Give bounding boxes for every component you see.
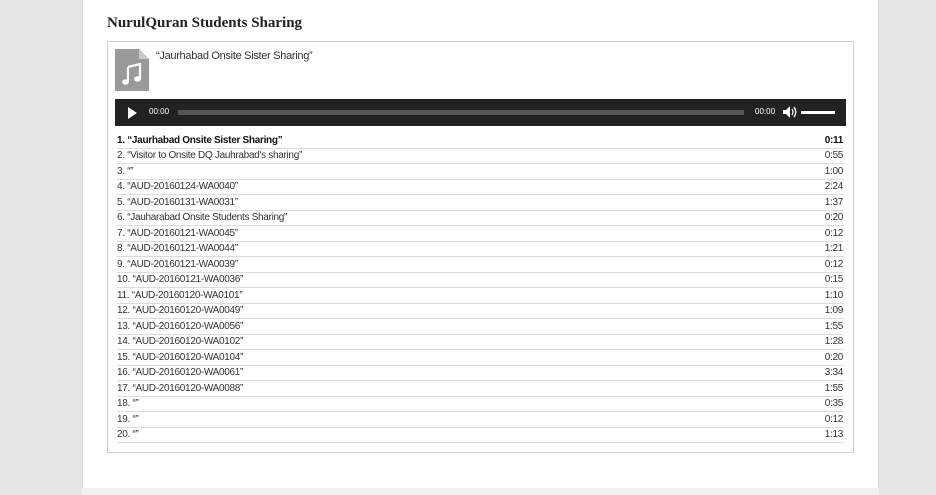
track-item[interactable]: 17. “AUD-20160120-WA0088” 1:55 <box>117 381 844 397</box>
audio-playlist: “Jaurhabad Onsite Sister Sharing” 00:00 … <box>107 41 854 453</box>
play-icon[interactable] <box>128 107 137 119</box>
track-title: 2. “Visitor to Onsite DQ Jauhrabad's sha… <box>117 150 302 162</box>
track-duration: 0:35 <box>824 398 844 410</box>
track-duration: 1:55 <box>824 382 844 394</box>
track-item[interactable]: 15. “AUD-20160120-WA0104” 0:20 <box>117 350 844 366</box>
track-title: 9. “AUD-20160121-WA0039” <box>117 258 238 270</box>
track-duration: 0:11 <box>824 134 844 146</box>
track-duration: 3:34 <box>824 367 844 379</box>
track-duration: 1:21 <box>824 243 844 255</box>
track-item[interactable]: 14. “AUD-20160120-WA0102” 1:28 <box>117 335 844 350</box>
audio-player: 00:00 00:00 <box>115 99 846 126</box>
track-title: 16. “AUD-20160120-WA0061” <box>117 367 244 379</box>
track-duration: 0:15 <box>824 274 844 286</box>
volume-slider[interactable] <box>801 111 835 114</box>
track-item[interactable]: 6. “Jauharabad Onsite Students Sharing” 0… <box>117 211 844 226</box>
track-duration: 1:13 <box>824 429 844 441</box>
track-duration: 1:55 <box>824 320 844 332</box>
track-title: 3. “” <box>117 165 134 177</box>
track-title: 1. “Jaurhabad Onsite Sister Sharing” <box>117 134 283 146</box>
track-item[interactable]: 4. “AUD-20160124-WA0040” 2:24 <box>117 180 844 195</box>
track-title: 18. “” <box>117 398 139 410</box>
track-title: 7. “AUD-20160121-WA0045” <box>117 227 238 239</box>
track-title: 6. “Jauharabad Onsite Students Sharing” <box>117 212 288 224</box>
track-duration: 0:55 <box>824 150 844 162</box>
track-duration: 0:12 <box>824 413 844 425</box>
page-footer-band <box>82 488 879 495</box>
track-title: 15. “AUD-20160120-WA0104” <box>117 351 244 363</box>
track-item[interactable]: 13. “AUD-20160120-WA0056” 1:55 <box>117 319 844 335</box>
track-title: 14. “AUD-20160120-WA0102” <box>117 336 244 348</box>
track-duration: 1:37 <box>824 196 844 208</box>
track-list: 1. “Jaurhabad Onsite Sister Sharing” 0:11… <box>117 133 844 443</box>
track-title: 10. “AUD-20160121-WA0036” <box>117 274 244 286</box>
track-duration: 0:12 <box>824 258 844 270</box>
track-duration: 0:20 <box>824 351 844 363</box>
track-duration: 1:09 <box>824 305 844 317</box>
track-title: 4. “AUD-20160124-WA0040” <box>117 181 238 193</box>
track-item[interactable]: 5. “AUD-20160131-WA0031” 1:37 <box>117 195 844 211</box>
track-item[interactable]: 9. “AUD-20160121-WA0039” 0:12 <box>117 257 844 273</box>
track-title: 19. “” <box>117 413 139 425</box>
volume-icon[interactable] <box>782 105 798 119</box>
track-item[interactable]: 7. “AUD-20160121-WA0045” 0:12 <box>117 226 844 242</box>
progress-bar[interactable] <box>178 110 744 115</box>
current-track-title: “Jaurhabad Onsite Sister Sharing” <box>156 50 313 62</box>
track-item[interactable]: 12. “AUD-20160120-WA0049” 1:09 <box>117 304 844 319</box>
track-item[interactable]: 11. “AUD-20160120-WA0101” 1:10 <box>117 288 844 304</box>
page-content: NurulQuran Students Sharing “Jaurhabad O… <box>82 0 879 488</box>
track-title: 20. “” <box>117 429 139 441</box>
current-time: 00:00 <box>149 107 170 116</box>
track-item[interactable]: 1. “Jaurhabad Onsite Sister Sharing” 0:11 <box>117 133 844 149</box>
track-duration: 1:10 <box>824 289 844 301</box>
track-item[interactable]: 8. “AUD-20160121-WA0044” 1:21 <box>117 242 844 257</box>
audio-file-icon <box>115 49 149 91</box>
track-title: 17. “AUD-20160120-WA0088” <box>117 382 244 394</box>
track-duration: 1:00 <box>824 165 844 177</box>
track-item[interactable]: 19. “” 0:12 <box>117 412 844 428</box>
track-item[interactable]: 10. “AUD-20160121-WA0036” 0:15 <box>117 273 844 288</box>
track-duration: 0:20 <box>824 212 844 224</box>
page-title: NurulQuran Students Sharing <box>107 15 303 31</box>
track-title: 8. “AUD-20160121-WA0044” <box>117 243 238 255</box>
track-duration: 1:28 <box>824 336 844 348</box>
track-title: 12. “AUD-20160120-WA0049” <box>117 305 244 317</box>
track-item[interactable]: 20. “” 1:13 <box>117 428 844 443</box>
track-item[interactable]: 3. “” 1:00 <box>117 164 844 180</box>
track-duration: 0:12 <box>824 227 844 239</box>
track-item[interactable]: 18. “” 0:35 <box>117 397 844 412</box>
track-title: 5. “AUD-20160131-WA0031” <box>117 196 238 208</box>
track-item[interactable]: 16. “AUD-20160120-WA0061” 3:34 <box>117 366 844 381</box>
track-item[interactable]: 2. “Visitor to Onsite DQ Jauhrabad's sha… <box>117 149 844 164</box>
track-duration: 2:24 <box>824 181 844 193</box>
total-time: 00:00 <box>755 107 776 116</box>
track-title: 11. “AUD-20160120-WA0101” <box>117 289 243 301</box>
track-title: 13. “AUD-20160120-WA0056” <box>117 320 244 332</box>
